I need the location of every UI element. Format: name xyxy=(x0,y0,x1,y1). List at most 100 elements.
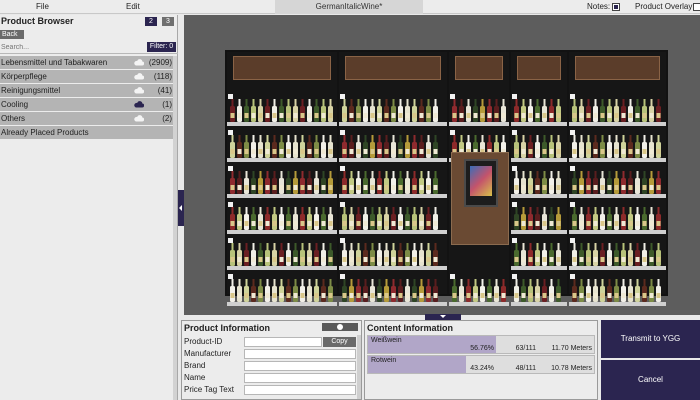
content-row[interactable]: Rotwein 43.24% 48/111 10.78 Meters xyxy=(367,355,595,374)
search-input[interactable] xyxy=(0,42,145,52)
name-row: Name xyxy=(184,373,356,383)
category-count: (2) xyxy=(162,114,172,123)
wine-bottles-icon xyxy=(572,99,661,122)
menu-file[interactable]: File xyxy=(36,2,49,11)
category-row[interactable]: Reinigungsmittel (41) xyxy=(0,84,176,97)
manufacturer-field[interactable] xyxy=(244,349,356,359)
cloud-icon xyxy=(134,115,144,122)
category-row[interactable]: Cooling (1) xyxy=(0,98,176,111)
shelf-bay[interactable] xyxy=(569,52,666,306)
product-id-field[interactable] xyxy=(244,337,322,347)
content-count: 48/111 xyxy=(515,365,536,372)
wine-bottles-icon xyxy=(230,99,333,122)
view-3-button[interactable]: 3 xyxy=(162,17,174,26)
content-information-panel: Content Information Weißwein 56.76% 63/1… xyxy=(364,320,598,400)
shelf-bay[interactable] xyxy=(227,52,337,306)
bottle-row xyxy=(340,170,446,194)
shelf-board xyxy=(449,302,509,306)
wine-bottles-icon xyxy=(572,243,661,266)
bottle-row xyxy=(512,242,566,266)
bottle-row xyxy=(512,98,566,122)
category-count: (1) xyxy=(162,100,172,109)
bottle-row xyxy=(512,134,566,158)
cloud-icon xyxy=(134,101,144,108)
product-overlay-checkbox[interactable] xyxy=(693,3,700,11)
category-row[interactable]: Lebensmittel und Tabakwaren (2909) xyxy=(0,56,176,69)
shelf-board xyxy=(569,194,666,198)
document-tab[interactable]: GermanItalicWine* xyxy=(275,0,423,14)
product-id-row: Product-ID xyxy=(184,337,356,347)
category-name: Reinigungsmittel xyxy=(1,86,61,95)
bottle-row xyxy=(570,278,665,302)
name-label: Name xyxy=(184,373,206,382)
shelf-board xyxy=(339,266,447,270)
name-field[interactable] xyxy=(244,373,356,383)
cloud-icon xyxy=(134,87,144,94)
product-info-scrollbar[interactable] xyxy=(357,335,361,399)
shelf-board xyxy=(511,266,567,270)
content-information-title: Content Information xyxy=(367,323,453,333)
product-info-toggle[interactable] xyxy=(322,323,358,331)
shelf-bay[interactable] xyxy=(339,52,447,306)
category-count: (41) xyxy=(157,86,172,95)
product-information-title: Product Information xyxy=(184,323,270,333)
shelf-board xyxy=(511,122,567,126)
wine-bottles-icon xyxy=(342,279,438,302)
category-name: Cooling xyxy=(1,100,29,109)
bottle-row xyxy=(570,98,665,122)
product-browser-panel: Product Browser 2 3 Back Filter: 0 Leben… xyxy=(0,15,178,400)
bottle-row xyxy=(450,278,508,302)
manufacturer-label: Manufacturer xyxy=(184,349,232,358)
cancel-button[interactable]: Cancel xyxy=(601,360,700,400)
shelf-board xyxy=(339,230,447,234)
category-name: Lebensmittel und Tabakwaren xyxy=(1,58,108,67)
product-information-panel: Product Information Copy Product-ID Manu… xyxy=(181,320,362,400)
price-tag-text-field[interactable] xyxy=(244,385,356,395)
shelf-bay[interactable] xyxy=(511,52,567,306)
wine-bottles-icon xyxy=(342,99,438,122)
notes-checkbox[interactable] xyxy=(612,3,620,11)
price-tag-text-row: Price Tag Text xyxy=(184,385,356,395)
content-name: Rotwein xyxy=(371,357,397,364)
content-count: 63/111 xyxy=(515,345,536,352)
planogram-view[interactable] xyxy=(184,15,700,315)
bottle-row xyxy=(228,134,336,158)
menu-edit[interactable]: Edit xyxy=(126,2,140,11)
wine-bottles-icon xyxy=(514,243,561,266)
filter-button[interactable]: Filter: 0 xyxy=(147,42,176,52)
wine-bottles-icon xyxy=(230,171,333,194)
cloud-icon xyxy=(134,73,144,80)
category-row[interactable]: Others (2) xyxy=(0,112,176,125)
shelf-unit xyxy=(225,50,668,306)
shelf-board xyxy=(569,266,666,270)
bottle-row xyxy=(570,206,665,230)
shelf-board xyxy=(227,230,337,234)
screen-image xyxy=(470,166,492,196)
wine-bottles-icon xyxy=(452,99,506,122)
shelf-board xyxy=(511,158,567,162)
shelf-header-panel xyxy=(517,56,561,80)
shelf-board xyxy=(339,302,447,306)
already-placed-products[interactable]: Already Placed Products xyxy=(0,126,176,139)
view-2-button[interactable]: 2 xyxy=(145,17,157,26)
bottle-row xyxy=(340,206,446,230)
category-row[interactable]: Körperpflege (118) xyxy=(0,70,176,83)
bottle-row xyxy=(340,98,446,122)
content-row[interactable]: Weißwein 56.76% 63/111 11.70 Meters xyxy=(367,335,595,354)
category-list: Lebensmittel und Tabakwaren (2909) Körpe… xyxy=(0,56,176,139)
bottle-row xyxy=(570,242,665,266)
wine-bottles-icon xyxy=(572,279,661,302)
transmit-button[interactable]: Transmit to YGG xyxy=(601,320,700,358)
shelf-board xyxy=(569,230,666,234)
shelf-board xyxy=(449,122,509,126)
shelf-board xyxy=(511,302,567,306)
brand-row: Brand xyxy=(184,361,356,371)
wine-bottles-icon xyxy=(572,207,661,230)
bottle-row xyxy=(340,134,446,158)
brand-field[interactable] xyxy=(244,361,356,371)
left-panel-scrollbar[interactable] xyxy=(173,56,177,400)
shelf-board xyxy=(569,302,666,306)
content-name: Weißwein xyxy=(371,337,402,344)
back-button[interactable]: Back xyxy=(0,30,24,39)
price-tag-text-label: Price Tag Text xyxy=(184,385,234,394)
